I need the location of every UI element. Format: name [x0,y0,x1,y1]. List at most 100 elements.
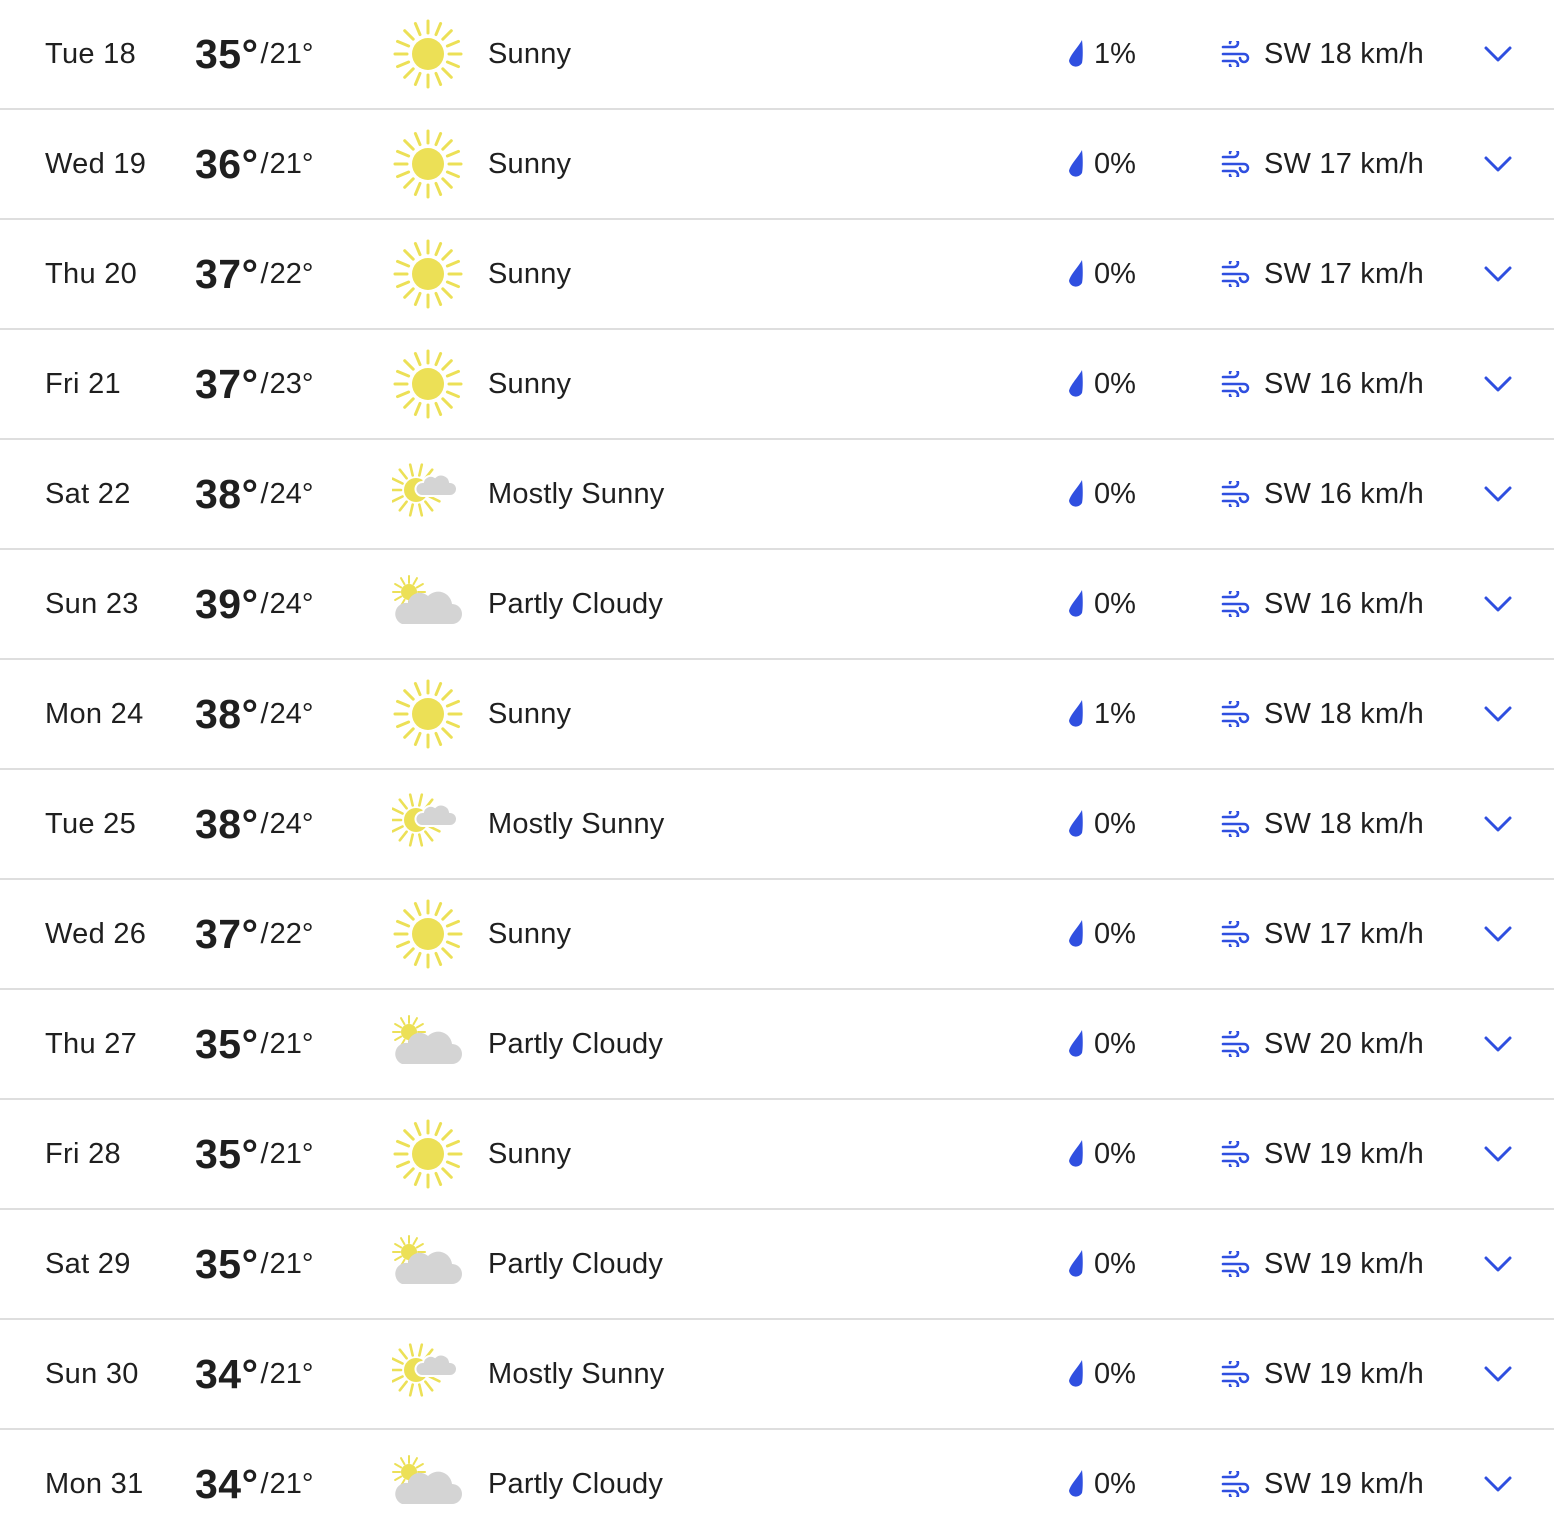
day-label: Mon 31 [45,1467,144,1500]
expand-chevron-icon[interactable] [1482,440,1514,548]
wind-value: SW 18 km/h [1264,697,1424,730]
precipitation: 0% [1066,1100,1136,1208]
expand-chevron-icon[interactable] [1482,990,1514,1098]
expand-chevron-icon[interactable] [1482,220,1514,328]
low-temp: 24° [269,697,314,730]
expand-chevron-icon[interactable] [1482,880,1514,988]
low-temp: 21° [269,1467,314,1500]
precip-chance: 0% [1094,1247,1136,1280]
temp-separator: / [260,587,269,620]
expand-chevron-icon[interactable] [1482,330,1514,438]
condition-label: Partly Cloudy [488,1027,664,1060]
precipitation: 0% [1066,330,1136,438]
condition-label: Sunny [488,367,572,400]
condition-label: Mostly Sunny [488,807,665,840]
day-label: Sat 29 [45,1247,131,1280]
raindrop-icon [1066,1029,1094,1059]
forecast-row[interactable]: Tue 25 38°/24° Mostly Sunny 0% SW 18 km/h [0,770,1554,880]
wind-value: SW 19 km/h [1264,1357,1424,1390]
day-label: Sat 22 [45,477,131,510]
expand-chevron-icon[interactable] [1482,0,1514,108]
partly-cloudy-icon [392,990,464,1098]
forecast-row[interactable]: Sat 29 35°/21° Partly Cloudy 0% SW 19 km/h [0,1210,1554,1320]
raindrop-icon [1066,919,1094,949]
low-temp: 21° [269,1137,314,1170]
wind: SW 19 km/h [1220,1320,1424,1428]
wind-value: SW 16 km/h [1264,367,1424,400]
forecast-row[interactable]: Sun 23 39°/24° Partly Cloudy 0% SW 16 km/h [0,550,1554,660]
expand-chevron-icon[interactable] [1482,660,1514,768]
daily-forecast-list: Tue 18 35°/21° Sunny 1% SW 18 km/h Wed 19 36° /… [0,0,1554,1540]
precip-chance: 0% [1094,367,1136,400]
forecast-row[interactable]: Tue 18 35°/21° Sunny 1% SW 18 km/h [0,0,1554,110]
forecast-row[interactable]: Fri 21 37°/23° Sunny 0% SW 16 km/h [0,330,1554,440]
day-label: Wed 19 [45,147,147,180]
wind-value: SW 17 km/h [1264,257,1424,290]
expand-chevron-icon[interactable] [1482,1210,1514,1318]
temp-separator: / [260,1247,269,1280]
temperature-range: 34°/21° [195,1430,313,1538]
low-temp: 21° [269,37,314,70]
temp-separator: / [260,477,269,510]
forecast-row[interactable]: Thu 27 35°/21° Partly Cloudy 0% SW 20 km/h [0,990,1554,1100]
sunny-icon [392,220,464,328]
wind: SW 17 km/h [1220,880,1424,988]
low-temp: 24° [269,807,314,840]
expand-chevron-icon[interactable] [1482,1430,1514,1538]
temp-separator: / [260,147,269,180]
expand-chevron-icon[interactable] [1482,1100,1514,1208]
wind-value: SW 17 km/h [1264,147,1424,180]
temperature-range: 37°/23° [195,330,313,438]
sunny-icon [392,660,464,768]
wind-icon [1220,261,1264,287]
raindrop-icon [1066,1469,1094,1499]
precipitation: 0% [1066,990,1136,1098]
condition-label: Sunny [488,917,572,950]
low-temp: 24° [269,477,314,510]
wind-value: SW 19 km/h [1264,1137,1424,1170]
precipitation: 0% [1066,770,1136,878]
low-temp: 21° [269,147,314,180]
expand-chevron-icon[interactable] [1482,1320,1514,1428]
raindrop-icon [1066,809,1094,839]
raindrop-icon [1066,479,1094,509]
low-temp: 24° [269,587,314,620]
forecast-row[interactable]: Fri 28 35°/21° Sunny 0% SW 19 km/h [0,1100,1554,1210]
partly-cloudy-icon [392,550,464,658]
expand-chevron-icon[interactable] [1482,110,1514,218]
expand-chevron-icon[interactable] [1482,550,1514,658]
wind-value: SW 18 km/h [1264,807,1424,840]
precip-chance: 1% [1094,697,1136,730]
precip-chance: 0% [1094,147,1136,180]
condition-label: Sunny [488,257,572,290]
forecast-row[interactable]: Mon 31 34°/21° Partly Cloudy 0% SW 19 km/h [0,1430,1554,1540]
forecast-row[interactable]: Sat 22 38°/24° Mostly Sunny 0% SW 16 km/h [0,440,1554,550]
wind: SW 18 km/h [1220,660,1424,768]
wind-icon [1220,481,1264,507]
wind: SW 19 km/h [1220,1210,1424,1318]
precip-chance: 0% [1094,917,1136,950]
wind-icon [1220,701,1264,727]
forecast-row[interactable]: Sun 30 34°/21° Mostly Sunny 0% SW 19 km/h [0,1320,1554,1430]
low-temp: 21° [269,1357,314,1390]
forecast-row[interactable]: Mon 24 38°/24° Sunny 1% SW 18 km/h [0,660,1554,770]
sunny-icon [392,330,464,438]
condition-label: Mostly Sunny [488,1357,665,1390]
expand-chevron-icon[interactable] [1482,770,1514,878]
precip-chance: 0% [1094,1137,1136,1170]
temperature-range: 39°/24° [195,550,313,658]
day-label: Sun 23 [45,587,139,620]
precip-chance: 1% [1094,37,1136,70]
wind: SW 20 km/h [1220,990,1424,1098]
forecast-row[interactable]: Thu 20 37°/22° Sunny 0% SW 17 km/h [0,220,1554,330]
wind: SW 18 km/h [1220,770,1424,878]
temperature-range: 38°/24° [195,440,313,548]
precipitation: 0% [1066,110,1136,218]
condition-label: Sunny [488,1137,572,1170]
wind-icon [1220,921,1264,947]
precip-chance: 0% [1094,1357,1136,1390]
forecast-row[interactable]: Wed 26 37°/22° Sunny 0% SW 17 km/h [0,880,1554,990]
day-label: Mon 24 [45,697,144,730]
raindrop-icon [1066,259,1094,289]
forecast-row[interactable]: Wed 19 36°/21° Sunny 0% SW 17 km/h [0,110,1554,220]
